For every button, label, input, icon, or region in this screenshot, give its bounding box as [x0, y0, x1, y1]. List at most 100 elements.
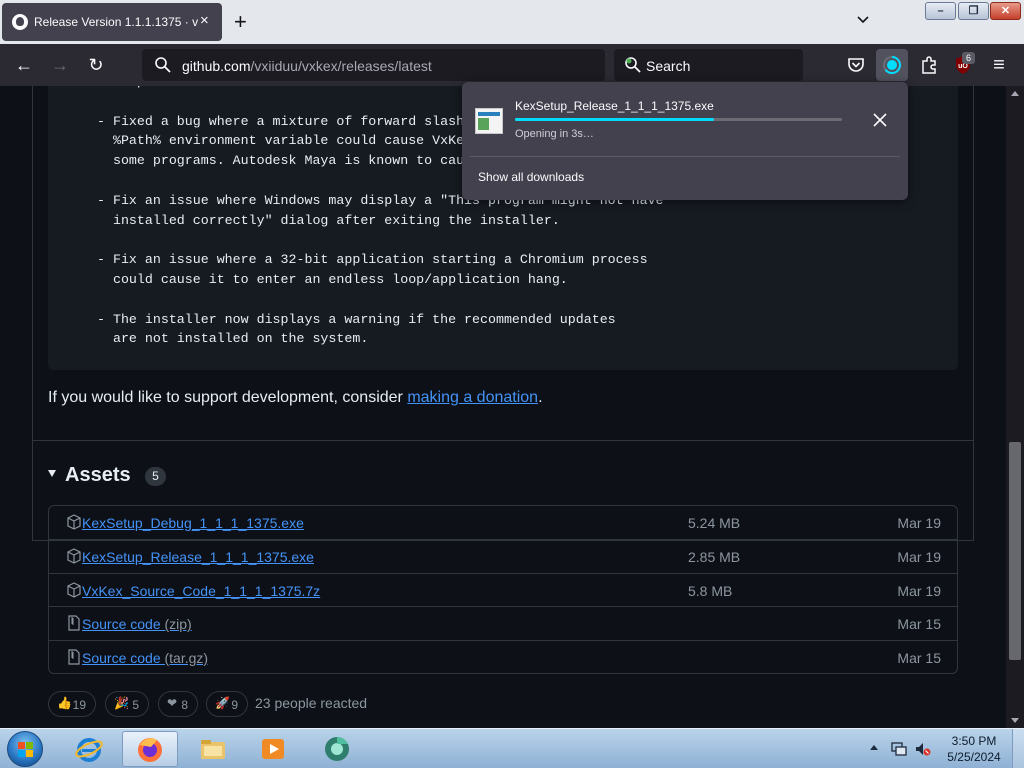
reactions-summary: 23 people reacted: [255, 695, 368, 711]
network-icon[interactable]: [890, 740, 908, 758]
release-note-line: - Fixed a bug where a mixture of forward…: [97, 113, 465, 129]
asset-size: 5.24 MB: [688, 515, 741, 531]
package-icon: [66, 514, 82, 530]
asset-download-link[interactable]: Source code (zip): [82, 616, 192, 632]
file-explorer-icon: [201, 740, 225, 759]
release-note-line: are not installed on the system.: [97, 331, 369, 347]
asset-size: 5.8 MB: [688, 582, 733, 599]
search-placeholder: Search: [646, 58, 691, 74]
asset-download-link[interactable]: VxKex_Source_Code_1_1_1_1375.7z: [82, 583, 320, 599]
taskbar-media-player[interactable]: [246, 731, 302, 767]
tab-close-icon[interactable]: ×: [200, 12, 209, 30]
scroll-down-icon[interactable]: [1011, 718, 1019, 723]
menu-icon[interactable]: ≡: [988, 54, 1010, 76]
search-bar[interactable]: Search: [614, 49, 803, 81]
windows-taskbar: 3:50 PM 5/25/2024: [0, 728, 1024, 768]
new-tab-button[interactable]: +: [234, 10, 247, 34]
tada-reaction-icon: 🎉: [114, 696, 129, 710]
release-note-line: could cause it to enter an endless loop/…: [97, 272, 568, 287]
taskbar-internet-explorer[interactable]: [62, 731, 118, 767]
asset-download-link[interactable]: KexSetup_Debug_1_1_1_1375.exe: [82, 515, 304, 531]
asset-row: KexSetup_Release_1_1_1_1375.exe 2.85 MB Ma…: [49, 539, 957, 572]
back-arrow-icon[interactable]: ←: [13, 54, 35, 76]
release-note-line: output.: [97, 86, 169, 89]
pocket-icon[interactable]: [844, 53, 868, 77]
panel-divider: [470, 156, 900, 157]
asset-date: Mar 19: [897, 549, 941, 566]
media-player-icon: [262, 739, 284, 759]
download-filename[interactable]: KexSetup_Release_1_1_1_1375.exe: [515, 99, 714, 113]
heart-reaction-button[interactable]: ❤ 8: [158, 691, 198, 717]
assets-list: KexSetup_Debug_1_1_1_1375.exe 5.24 MB Mar …: [48, 505, 958, 674]
release-note-line: %Path% environment variable could cause …: [97, 133, 465, 149]
assets-count-badge: 5: [145, 467, 166, 486]
volume-muted-icon[interactable]: [914, 740, 932, 758]
close-window-button[interactable]: ✕: [990, 2, 1021, 20]
download-status: Opening in 3s…: [515, 128, 594, 140]
thumbs-up-reaction-button[interactable]: 👍 19: [48, 691, 96, 717]
asset-date: Mar 19: [897, 515, 941, 531]
reaction-count: 5: [132, 698, 139, 712]
reaction-count: 8: [181, 698, 188, 712]
release-note-line: some programs. Autodesk Maya is known to…: [97, 153, 465, 169]
forward-arrow-icon[interactable]: →: [49, 54, 71, 76]
heart-reaction-icon: ❤: [167, 696, 178, 710]
download-progress-icon: [883, 56, 901, 74]
search-engine-icon: [625, 57, 641, 73]
support-text: If you would like to support development…: [48, 389, 543, 406]
reaction-count: 19: [72, 698, 86, 712]
scroll-up-icon[interactable]: [1011, 91, 1019, 96]
caret-down-icon[interactable]: [48, 470, 56, 477]
reaction-count: 9: [231, 698, 238, 712]
taskbar-file-explorer[interactable]: [186, 731, 242, 767]
clock-date: 5/25/2024: [947, 750, 1001, 764]
close-icon[interactable]: [870, 110, 890, 130]
svg-text:uO: uO: [958, 63, 968, 70]
tada-reaction-button[interactable]: 🎉 5: [105, 691, 149, 717]
section-divider: [33, 440, 973, 441]
thumbs-up-reaction-icon: 👍: [57, 696, 72, 710]
tab-title: Release Version 1.1.1.1375 · vxiiduu/vxk…: [34, 15, 198, 29]
scrollbar-thumb[interactable]: [1009, 442, 1021, 660]
github-icon: [12, 14, 28, 30]
minimize-button[interactable]: –: [925, 2, 956, 20]
taskbar-firefox[interactable]: [122, 731, 178, 767]
asset-date: Mar 19: [897, 582, 941, 599]
asset-size: 2.85 MB: [688, 549, 741, 566]
rocket-reaction-icon: 🚀: [215, 696, 230, 710]
start-button[interactable]: [7, 731, 43, 767]
maximize-button[interactable]: ❐: [958, 2, 989, 20]
rocket-reaction-button[interactable]: 🚀 9: [206, 691, 248, 717]
download-progress-fill: [515, 118, 715, 121]
downloads-button[interactable]: [876, 49, 908, 81]
release-note-line: - Fix an issue where a 32-bit applicatio…: [97, 252, 648, 268]
asset-download-link[interactable]: Source code (tar.gz): [82, 650, 208, 666]
chevron-down-icon[interactable]: [856, 13, 870, 27]
reload-icon[interactable]: ↻: [85, 54, 107, 76]
asset-row: Source code (tar.gz) Mar 15: [49, 639, 957, 673]
navigation-toolbar: ← → ↻ github.com/vxiiduu/vxkex/releases/…: [0, 44, 1024, 86]
release-note-line: - The installer now displays a warning i…: [97, 311, 616, 327]
package-icon: [66, 548, 82, 565]
search-icon: [155, 57, 171, 73]
show-desktop-button[interactable]: [1012, 729, 1024, 768]
system-clock[interactable]: 3:50 PM 5/25/2024: [940, 733, 1008, 765]
asset-download-link[interactable]: KexSetup_Release_1_1_1_1375.exe: [82, 549, 314, 565]
donation-link[interactable]: making a donation: [407, 389, 538, 406]
download-progress-bar: [515, 118, 842, 121]
assets-title: Assets: [65, 464, 131, 486]
address-bar[interactable]: github.com/vxiiduu/vxkex/releases/latest: [142, 49, 605, 81]
page-scrollbar[interactable]: [1006, 86, 1024, 728]
package-icon: [66, 582, 82, 598]
firefox-icon: [138, 738, 162, 762]
asset-date: Mar 15: [897, 616, 941, 633]
asset-row: Source code (zip) Mar 15: [49, 606, 957, 639]
show-all-downloads-button[interactable]: Show all downloads: [478, 170, 584, 184]
asset-row: VxKex_Source_Code_1_1_1_1375.7z 5.8 MB Mar…: [49, 572, 957, 606]
taskbar-chromium-browser[interactable]: [310, 731, 366, 767]
extension-badge: 6: [962, 52, 975, 64]
extensions-puzzle-icon[interactable]: [917, 53, 941, 77]
show-hidden-icons-icon[interactable]: [870, 745, 878, 750]
browser-tab[interactable]: Release Version 1.1.1.1375 · vxiiduu/vxk…: [2, 3, 222, 41]
url-text: github.com/vxiiduu/vxkex/releases/latest: [182, 58, 432, 74]
